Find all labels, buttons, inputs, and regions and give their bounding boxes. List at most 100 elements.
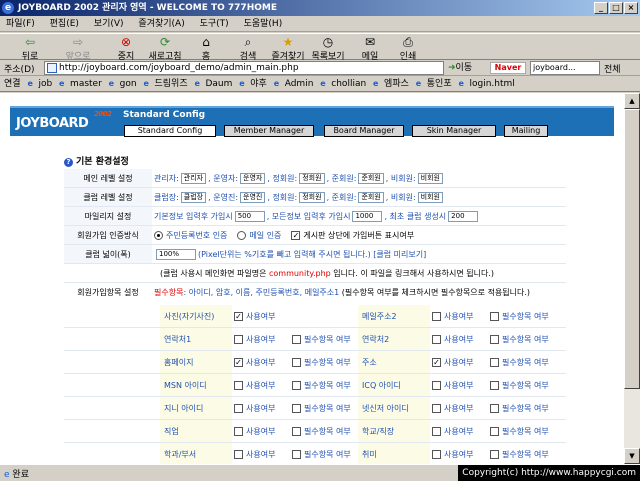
tab-board-manager[interactable]: Board Manager xyxy=(324,125,404,137)
required-checkbox[interactable] xyxy=(490,403,499,413)
tab-member-manager[interactable]: Member Manager xyxy=(224,125,314,137)
refresh-button[interactable]: ⟳ 새로고침 xyxy=(145,35,185,62)
back-button[interactable]: ⇦ 뒤로 xyxy=(14,35,46,62)
required-checkbox[interactable] xyxy=(490,449,499,459)
required-checkbox[interactable] xyxy=(292,449,301,459)
link-empas[interactable]: 엠파스 xyxy=(373,77,409,92)
search-button[interactable]: ⌕ 검색 xyxy=(236,35,260,62)
required-checkbox[interactable] xyxy=(292,380,301,390)
link-gon[interactable]: gon xyxy=(109,77,137,92)
link-tonginfo[interactable]: 통인포 xyxy=(416,77,452,92)
auth-ssn-option[interactable]: 주민등록번호 인증 xyxy=(154,230,227,241)
print-button[interactable]: ⎙ 인쇄 xyxy=(396,35,420,62)
level-regular-input[interactable]: 정회원 xyxy=(299,172,325,184)
menu-help[interactable]: 도움말(H) xyxy=(238,16,289,32)
use-checkbox[interactable] xyxy=(234,334,243,344)
home-button[interactable]: ⌂ 홈 xyxy=(194,35,218,62)
club-level-guest-input[interactable]: 비회원 xyxy=(417,191,443,203)
club-level-regular-input[interactable]: 정회원 xyxy=(299,191,325,203)
row-club-level: 클럽 레벨 설정 클럽장: 클럽장 , 운영진: 운영진 , 정회원: 정회원 , 준… xyxy=(64,188,566,207)
level-operator-input[interactable]: 운영자 xyxy=(240,172,266,184)
use-checkbox[interactable] xyxy=(432,380,441,390)
level-admin-input[interactable]: 관리자 xyxy=(180,172,207,184)
scroll-down-arrow-icon[interactable]: ▼ xyxy=(624,448,640,464)
copyright-text: Copyright(c) http://www.happycgi.com xyxy=(458,465,640,481)
use-checkbox[interactable]: ✓ xyxy=(234,311,243,321)
use-checkbox[interactable] xyxy=(234,449,243,459)
naver-all-button[interactable]: 전체 xyxy=(604,62,621,75)
link-yahoo[interactable]: 야후 xyxy=(239,77,267,92)
maximize-button[interactable]: □ xyxy=(609,2,623,14)
club-level-staff-input[interactable]: 운영진 xyxy=(240,191,266,203)
join-button-option[interactable]: ✓ 게시판 상단에 가입버튼 표시여부 xyxy=(291,230,414,241)
mileage-basic-input[interactable]: 500 xyxy=(234,210,265,222)
use-checkbox[interactable] xyxy=(234,380,243,390)
required-checkbox[interactable] xyxy=(292,403,301,413)
required-checkbox[interactable] xyxy=(292,334,301,344)
forward-button[interactable]: ⇨ 앞으로 xyxy=(58,35,98,62)
menu-tools[interactable]: 도구(T) xyxy=(194,16,235,32)
mileage-club-input[interactable]: 200 xyxy=(448,210,479,222)
link-daum[interactable]: Daum xyxy=(194,77,232,92)
mileage-full-input[interactable]: 1000 xyxy=(352,210,383,222)
checkbox-join-button[interactable]: ✓ xyxy=(291,230,301,240)
club-preview-link[interactable]: [클럽 미리보기] xyxy=(373,249,426,260)
use-checkbox[interactable] xyxy=(432,426,441,436)
club-width-input[interactable]: 100% xyxy=(156,248,196,260)
scroll-thumb[interactable] xyxy=(624,109,640,389)
club-level-master-input[interactable]: 클럽장 xyxy=(180,191,207,203)
use-checkbox[interactable] xyxy=(432,334,441,344)
tab-mailing[interactable]: Mailing xyxy=(504,125,548,137)
link-login[interactable]: login.html xyxy=(458,77,514,92)
required-checkbox[interactable] xyxy=(490,334,499,344)
row-mileage: 마일리지 설정 기본정보 입력후 가입시 500 , 모든정보 입력후 가입시 10… xyxy=(64,207,566,226)
level-associate-input[interactable]: 준회원 xyxy=(358,172,384,184)
field-name: 넷신저 아이디 xyxy=(362,403,409,413)
close-button[interactable]: × xyxy=(624,2,638,14)
menu-file[interactable]: 파일(F) xyxy=(0,16,41,32)
field-row: 학과/부서 사용여부 필수항목 여부 취미 사용여부 필수항목 여부 xyxy=(64,443,566,464)
required-checkbox[interactable] xyxy=(490,357,499,367)
radio-mail[interactable] xyxy=(237,230,247,240)
required-checkbox[interactable] xyxy=(292,357,301,367)
use-checkbox[interactable] xyxy=(432,449,441,459)
menu-view[interactable]: 보기(V) xyxy=(88,16,130,32)
required-checkbox[interactable] xyxy=(490,380,499,390)
level-guest-input[interactable]: 비회원 xyxy=(417,172,443,184)
menu-edit[interactable]: 편집(E) xyxy=(44,16,85,32)
tab-standard-config[interactable]: Standard Config xyxy=(124,125,216,137)
favorites-button[interactable]: ★ 즐겨찾기 xyxy=(268,35,308,62)
link-chollian[interactable]: chollian xyxy=(320,77,366,92)
link-job[interactable]: job xyxy=(27,77,52,92)
row-label: 회원가입 인증방식 xyxy=(64,226,152,244)
address-input[interactable]: http://joyboard.com/joyboard_demo/admin_… xyxy=(44,61,444,75)
stop-button[interactable]: ⊗ 중지 xyxy=(112,35,140,62)
go-button[interactable]: ➜이동 xyxy=(448,61,472,75)
required-checkbox[interactable] xyxy=(490,311,499,321)
auth-mail-option[interactable]: 메일 인증 xyxy=(237,230,281,241)
tab-skin-manager[interactable]: Skin Manager xyxy=(412,125,496,137)
field-row: 지니 아이디 사용여부 필수항목 여부 넷신저 아이디 사용여부 필수항목 여부 xyxy=(64,397,566,420)
stop-icon: ⊗ xyxy=(120,35,132,49)
use-checkbox[interactable] xyxy=(432,403,441,413)
minimize-button[interactable]: _ xyxy=(594,2,608,14)
use-checkbox[interactable]: ✓ xyxy=(432,357,441,367)
link-dreamwiz[interactable]: 드림위즈 xyxy=(143,77,187,92)
use-checkbox[interactable] xyxy=(234,403,243,413)
link-admin[interactable]: Admin xyxy=(274,77,314,92)
vertical-scrollbar[interactable]: ▲ ▼ xyxy=(624,93,640,464)
mail-button[interactable]: ✉ 메일 xyxy=(358,35,382,62)
club-level-associate-input[interactable]: 준회원 xyxy=(358,191,384,203)
required-checkbox[interactable] xyxy=(292,426,301,436)
use-checkbox[interactable] xyxy=(432,311,441,321)
scroll-up-arrow-icon[interactable]: ▲ xyxy=(624,93,640,109)
title-bar: e JOYBOARD 2002 관리자 영역 - WELCOME TO 777H… xyxy=(0,0,640,16)
naver-search-input[interactable]: joyboard... xyxy=(530,61,600,75)
use-checkbox[interactable] xyxy=(234,426,243,436)
link-master[interactable]: master xyxy=(59,77,102,92)
history-button[interactable]: ◷ 목록보기 xyxy=(308,35,348,62)
use-checkbox[interactable]: ✓ xyxy=(234,357,243,367)
required-checkbox[interactable] xyxy=(490,426,499,436)
radio-ssn[interactable] xyxy=(154,230,163,240)
menu-favorites[interactable]: 즐겨찾기(A) xyxy=(132,16,190,32)
